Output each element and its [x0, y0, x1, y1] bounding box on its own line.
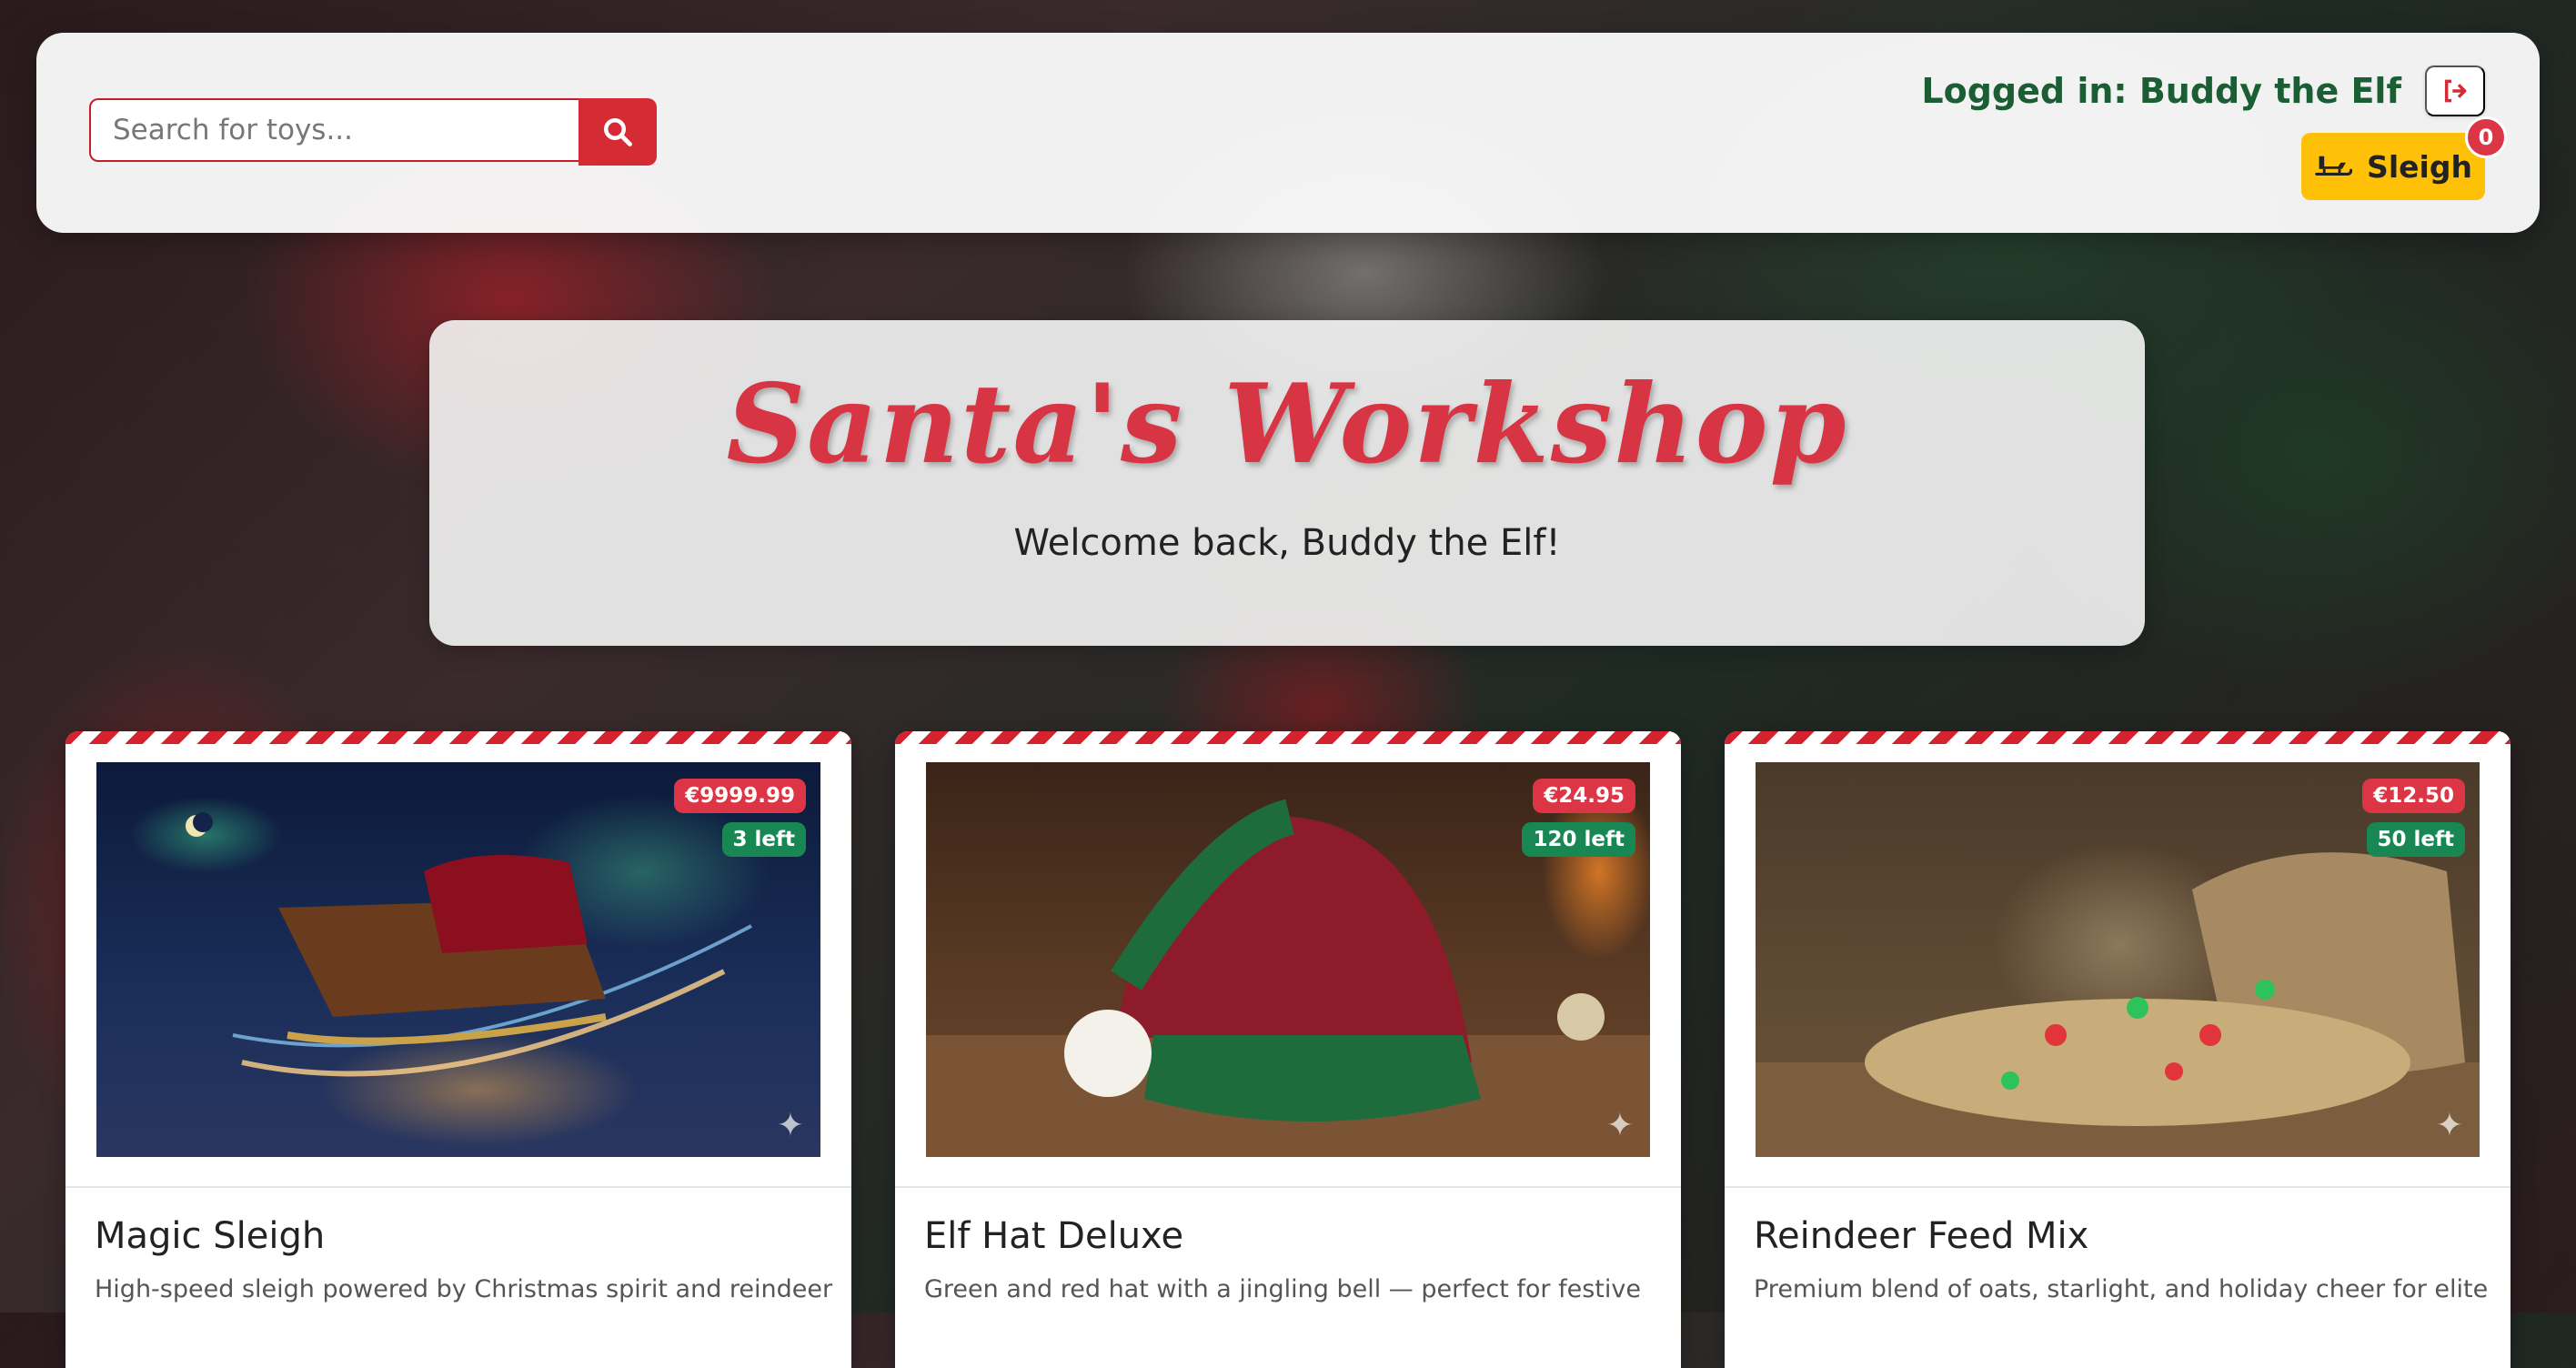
card-divider	[65, 1186, 851, 1188]
logout-icon	[2444, 79, 2467, 103]
candy-cane-stripe	[1725, 731, 2511, 744]
cart-count-badge: 0	[2465, 116, 2507, 158]
sleigh-illustration	[186, 812, 752, 1077]
product-name: Elf Hat Deluxe	[924, 1215, 1184, 1257]
sparkle-icon: ✦	[1605, 1107, 1634, 1144]
sparkle-icon: ✦	[776, 1107, 804, 1144]
candy-cane-stripe	[65, 731, 851, 744]
product-description: Premium blend of oats, starlight, and ho…	[1754, 1275, 2489, 1303]
product-card[interactable]: €12.50 50 left ✦ Reindeer Feed Mix Premi…	[1725, 731, 2511, 1368]
product-image-reindeer-feed: €12.50 50 left ✦	[1756, 762, 2480, 1157]
search-button[interactable]	[579, 98, 657, 166]
feed-sack-illustration	[1756, 852, 2480, 1157]
product-name: Reindeer Feed Mix	[1754, 1215, 2089, 1257]
price-badge: €12.50	[2362, 779, 2465, 813]
card-divider	[895, 1186, 1681, 1188]
stock-badge: 3 left	[721, 822, 806, 857]
product-card[interactable]: €24.95 120 left ✦ Elf Hat Deluxe Green a…	[895, 731, 1681, 1368]
sleigh-button-label: Sleigh	[2367, 148, 2472, 185]
logout-button[interactable]	[2425, 65, 2485, 116]
search-form	[89, 98, 657, 166]
stock-badge: 120 left	[1522, 822, 1635, 857]
product-image-elf-hat: €24.95 120 left ✦	[926, 762, 1650, 1157]
top-bar: Logged in: Buddy the Elf Sleigh 0	[36, 33, 2540, 233]
product-description: High-speed sleigh powered by Christmas s…	[95, 1275, 833, 1303]
welcome-message: Welcome back, Buddy the Elf!	[1013, 522, 1561, 564]
price-badge: €9999.99	[674, 779, 806, 813]
logged-in-user: Logged in: Buddy the Elf	[1921, 71, 2401, 111]
product-image-magic-sleigh: €9999.99 3 left ✦	[96, 762, 820, 1157]
page-title: Santa's Workshop	[726, 360, 1848, 488]
search-input[interactable]	[89, 98, 579, 162]
price-badge: €24.95	[1533, 779, 1635, 813]
sleigh-cart-button[interactable]: Sleigh	[2301, 133, 2485, 200]
product-name: Magic Sleigh	[95, 1215, 326, 1257]
candy-cane-stripe	[895, 731, 1681, 744]
product-card[interactable]: €9999.99 3 left ✦ Magic Sleigh High-spee…	[65, 731, 851, 1368]
product-description: Green and red hat with a jingling bell —…	[924, 1275, 1641, 1303]
sparkle-icon: ✦	[2435, 1107, 2463, 1144]
stock-badge: 50 left	[2366, 822, 2465, 857]
hero-banner: Santa's Workshop Welcome back, Buddy the…	[429, 320, 2145, 646]
sleigh-icon	[2315, 156, 2353, 176]
card-divider	[1725, 1186, 2511, 1188]
search-icon	[604, 118, 632, 146]
